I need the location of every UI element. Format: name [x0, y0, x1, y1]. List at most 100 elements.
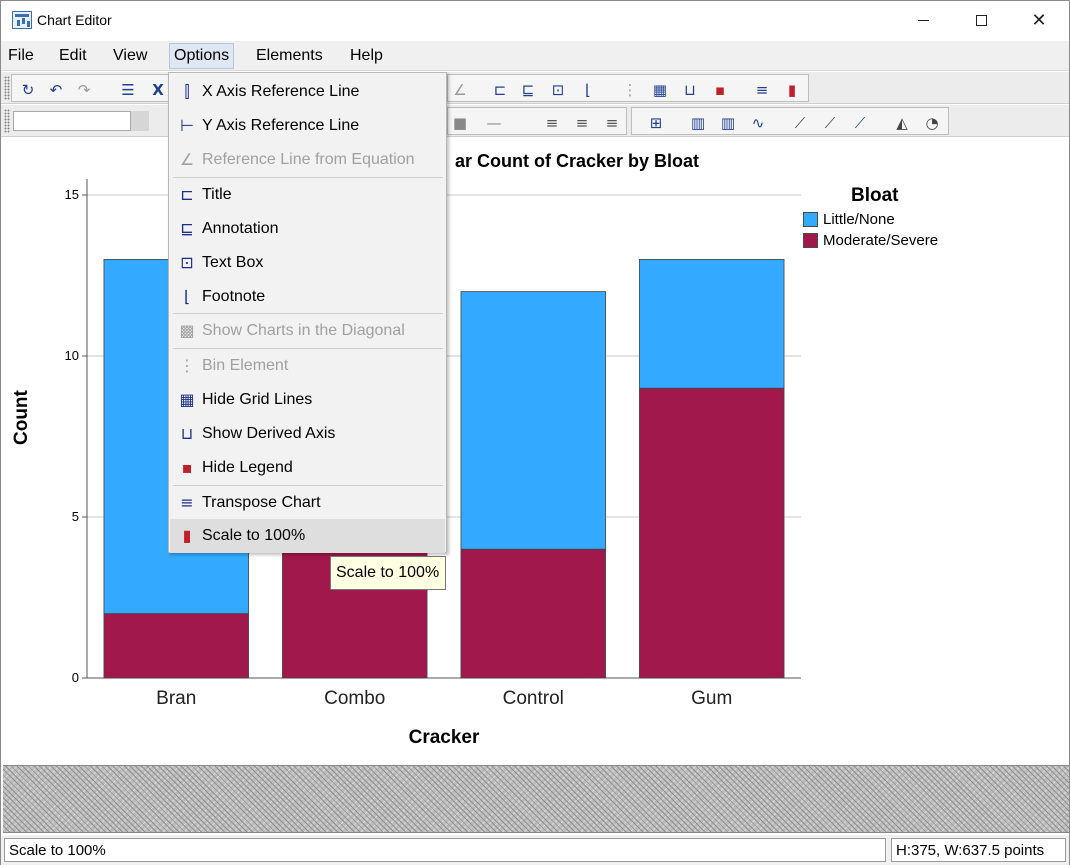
toolbar-grip[interactable]: [4, 76, 10, 100]
fill-color-icon[interactable]: ■: [450, 114, 470, 132]
minimize-button[interactable]: [894, 1, 952, 39]
menu-y-axis-reference-line[interactable]: ⊢ Y Axis Reference Line: [170, 109, 445, 143]
toolbar-row-2: ■ — ≡ ≡ ≡ ⊞ ▥ ▥ ∿ ⟋ ⟋ ⟋ ◭ ◔: [1, 105, 1069, 137]
legend-swatch-little-none: [803, 212, 818, 227]
menu-help[interactable]: Help: [346, 47, 387, 65]
bar-chart-icon[interactable]: ▥: [688, 114, 708, 132]
align-center-icon[interactable]: ≡: [572, 114, 592, 132]
x-select-icon[interactable]: X: [148, 81, 168, 99]
x-tick-label-gum[interactable]: Gum: [691, 688, 732, 709]
window-title: Chart Editor: [37, 12, 112, 28]
y-tick-label[interactable]: 10: [65, 348, 79, 363]
y-axis-reference-line-icon: ⊢: [180, 116, 194, 135]
menu-elements[interactable]: Elements: [252, 47, 327, 65]
x-tick-label-combo[interactable]: Combo: [324, 688, 385, 709]
font-name-dropdown[interactable]: [131, 111, 149, 131]
menu-file[interactable]: File: [4, 47, 38, 65]
chart-editor-window: Chart Editor ✕ File Edit View Options El…: [0, 0, 1070, 865]
maximize-button[interactable]: [952, 1, 1010, 39]
toolbar-row-1: ↻ ↶ ↷ ☰ X ∠ ⊏ ⊑ ⊡ ⌊ ⋮ ▦ ⊔ ▪ ≡ ▮: [1, 72, 1069, 104]
editor-background-pane: [3, 765, 1069, 833]
status-bar: Scale to 100% H:375, W:637.5 points: [1, 835, 1069, 865]
text-box-icon: ⊡: [180, 253, 194, 272]
derived-axis-icon[interactable]: ⊔: [680, 81, 700, 99]
legend-icon[interactable]: ▪: [710, 81, 730, 99]
menu-options[interactable]: Options: [169, 43, 235, 69]
minimize-icon: [917, 19, 929, 21]
title-icon[interactable]: ⊏: [490, 81, 510, 99]
area-chart-icon[interactable]: ◭: [892, 114, 912, 132]
bin-element-icon[interactable]: ⋮: [620, 81, 640, 99]
diagonal-charts-icon: ▩: [179, 321, 195, 340]
menu-x-axis-reference-line[interactable]: ⫿ X Axis Reference Line: [170, 75, 445, 109]
menu-reference-line-from-equation[interactable]: ∠ Reference Line from Equation: [170, 143, 445, 177]
scatter-icon[interactable]: ⟋: [790, 114, 810, 132]
scale-100-icon[interactable]: ▮: [782, 81, 802, 99]
x-axis-label[interactable]: Cracker: [3, 727, 885, 749]
align-right-icon[interactable]: ≡: [602, 114, 622, 132]
chart-size-readout: H:375, W:637.5 points: [891, 838, 1066, 862]
text-box-icon[interactable]: ⊡: [548, 81, 568, 99]
equation-line-icon: ∠: [179, 150, 195, 169]
redo-icon[interactable]: ↷: [74, 81, 94, 99]
menu-edit[interactable]: Edit: [55, 47, 91, 65]
bar-gum-little-none[interactable]: [639, 259, 785, 389]
y-tick-label[interactable]: 0: [72, 670, 79, 685]
menu-footnote[interactable]: ⌊ Footnote: [170, 280, 445, 314]
bar-bran-moderate-severe[interactable]: [103, 613, 249, 679]
toolbar-options-group: ∠ ⊏ ⊑ ⊡ ⌊ ⋮ ▦ ⊔ ▪ ≡ ▮: [447, 74, 809, 102]
pie-chart-icon[interactable]: ◔: [922, 114, 942, 132]
title-bar: Chart Editor ✕: [1, 1, 1069, 39]
x-tick-label-bran[interactable]: Bran: [156, 688, 196, 709]
grid-lines-icon[interactable]: ▦: [650, 81, 670, 99]
chart-canvas[interactable]: ar Count of Cracker by Bloat 0 5 10 15 Bran C…: [3, 139, 1069, 763]
close-button[interactable]: ✕: [1010, 1, 1068, 39]
y-axis-label[interactable]: Count: [11, 390, 33, 445]
refresh-icon[interactable]: ↻: [18, 81, 38, 99]
line-style-icon[interactable]: —: [484, 114, 504, 132]
close-icon: ✕: [1031, 9, 1047, 31]
y-tick-label[interactable]: 5: [72, 509, 79, 524]
y-tick-label[interactable]: 15: [65, 187, 79, 202]
legend[interactable]: Bloat Little/None Moderate/Severe: [803, 185, 1003, 249]
menu-title[interactable]: ⊏ Title: [170, 178, 445, 212]
undo-icon[interactable]: ↶: [46, 81, 66, 99]
menu-view[interactable]: View: [109, 47, 151, 65]
line-chart-icon[interactable]: ∿: [748, 114, 768, 132]
menu-bin-element[interactable]: ⋮ Bin Element: [170, 349, 445, 383]
legend-icon: ▪: [181, 458, 193, 477]
toolbar-grip-2[interactable]: [4, 109, 10, 133]
bar-control-moderate-severe[interactable]: [460, 548, 606, 679]
toolbar-format-group: ■ — ≡ ≡ ≡: [447, 107, 627, 135]
derived-axis-icon: ⊔: [180, 424, 194, 443]
properties-icon[interactable]: ☰: [118, 81, 138, 99]
equation-line-icon[interactable]: ∠: [450, 81, 470, 99]
tooltip: Scale to 100%: [330, 556, 446, 590]
align-left-icon[interactable]: ≡: [542, 114, 562, 132]
font-name-field[interactable]: [13, 111, 131, 131]
bar-control-little-none[interactable]: [460, 291, 606, 550]
bin-element-icon: ⋮: [179, 356, 195, 375]
menu-annotation[interactable]: ⊑ Annotation: [170, 212, 445, 246]
scatter-fit-icon[interactable]: ⟋: [820, 114, 840, 132]
title-icon: ⊏: [180, 185, 194, 204]
footnote-icon[interactable]: ⌊: [578, 81, 598, 99]
axis-icon[interactable]: ⊞: [646, 114, 666, 132]
bar-gum-moderate-severe[interactable]: [639, 387, 785, 679]
menu-hide-grid-lines[interactable]: ▦ Hide Grid Lines: [170, 383, 445, 417]
menu-transpose-chart[interactable]: ≡ Transpose Chart: [170, 486, 445, 520]
annotation-icon[interactable]: ⊑: [518, 81, 538, 99]
menu-show-charts-in-the-diagonal[interactable]: ▩ Show Charts in the Diagonal: [170, 314, 445, 348]
annotation-icon: ⊑: [180, 219, 194, 238]
x-tick-label-control[interactable]: Control: [503, 688, 564, 709]
clustered-bar-icon[interactable]: ▥: [718, 114, 738, 132]
fit-line-icon[interactable]: ⟋: [850, 114, 870, 132]
legend-item-moderate-severe[interactable]: Moderate/Severe: [803, 232, 1003, 249]
status-message: Scale to 100%: [4, 838, 886, 862]
transpose-icon[interactable]: ≡: [752, 81, 772, 99]
legend-item-little-none[interactable]: Little/None: [803, 211, 1003, 228]
menu-text-box[interactable]: ⊡ Text Box: [170, 246, 445, 280]
menu-show-derived-axis[interactable]: ⊔ Show Derived Axis: [170, 417, 445, 451]
menu-scale-to-100[interactable]: ▮ Scale to 100%: [170, 519, 445, 553]
menu-hide-legend[interactable]: ▪ Hide Legend: [170, 451, 445, 485]
